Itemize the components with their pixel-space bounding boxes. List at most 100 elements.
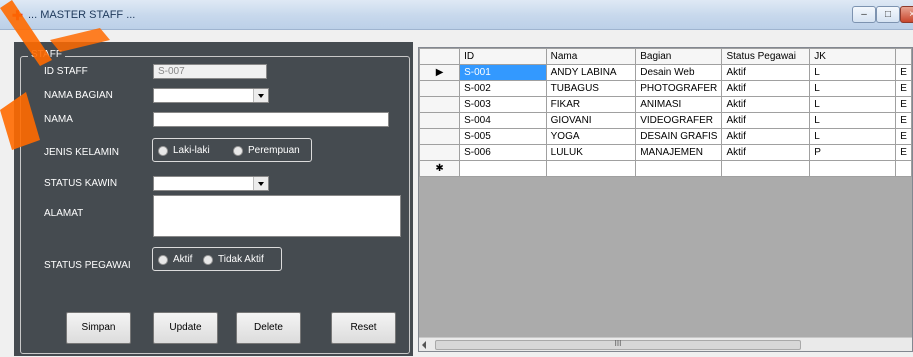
aktif-label[interactable]: Aktif	[173, 254, 192, 265]
table-cell[interactable]: Aktif	[721, 112, 811, 129]
staff-panel: STAFF ID STAFF S-007 NAMA BAGIAN NAMA JE…	[14, 42, 413, 356]
status-kawin-combobox[interactable]	[153, 176, 269, 191]
table-cell[interactable]: FIKAR	[545, 96, 637, 113]
table-row[interactable]: S-005 YOGA DESAIN GRAFIS Aktif L E	[419, 128, 912, 145]
jenis-kelamin-label: JENIS KELAMIN	[44, 147, 120, 158]
table-cell[interactable]: L	[809, 96, 897, 113]
chevron-down-icon[interactable]	[253, 177, 268, 190]
table-cell[interactable]: PHOTOGRAFER	[635, 80, 723, 97]
nama-label: NAMA	[44, 114, 73, 125]
laki-laki-label[interactable]: Laki-laki	[173, 145, 210, 156]
table-cell[interactable]: E	[895, 112, 912, 129]
table-row[interactable]: S-003 FIKAR ANIMASI Aktif L E	[419, 96, 912, 113]
perempuan-label[interactable]: Perempuan	[248, 145, 300, 156]
window-title: ... MASTER STAFF ...	[28, 9, 136, 21]
table-cell[interactable]: S-002	[459, 80, 547, 97]
new-row[interactable]: ✱	[419, 160, 912, 177]
table-cell[interactable]: Desain Web	[635, 64, 723, 81]
table-cell[interactable]: Aktif	[721, 96, 811, 113]
column-header-nama[interactable]: Nama	[545, 48, 637, 65]
table-cell[interactable]: E	[895, 128, 912, 145]
row-header[interactable]	[419, 128, 461, 145]
column-header-jk[interactable]: JK	[809, 48, 897, 65]
table-cell[interactable]: S-004	[459, 112, 547, 129]
table-cell[interactable]	[895, 160, 912, 177]
table-cell[interactable]: YOGA	[545, 128, 637, 145]
table-cell[interactable]: MANAJEMEN	[635, 144, 723, 161]
table-cell[interactable]	[721, 160, 811, 177]
row-header[interactable]	[419, 144, 461, 161]
laki-laki-radio[interactable]	[158, 146, 168, 156]
table-cell[interactable]: Aktif	[721, 144, 811, 161]
table-cell[interactable]: TUBAGUS	[545, 80, 637, 97]
header-row: ID Nama Bagian Status Pegawai JK	[419, 48, 912, 65]
table-cell[interactable]: E	[895, 144, 912, 161]
chevron-down-icon[interactable]	[253, 89, 268, 102]
table-row[interactable]: S-006 LULUK MANAJEMEN Aktif P E	[419, 144, 912, 161]
table-cell[interactable]: P	[809, 144, 897, 161]
table-cell[interactable]: LULUK	[545, 144, 637, 161]
table-cell[interactable]: L	[809, 80, 897, 97]
table-cell[interactable]: Aktif	[721, 80, 811, 97]
delete-button[interactable]: Delete	[236, 312, 301, 344]
table-cell[interactable]: S-003	[459, 96, 547, 113]
row-header[interactable]	[419, 80, 461, 97]
minimize-button[interactable]: –	[852, 6, 876, 23]
reset-button[interactable]: Reset	[331, 312, 396, 344]
table-row[interactable]: S-004 GIOVANI VIDEOGRAFER Aktif L E	[419, 112, 912, 129]
scroll-left-icon[interactable]	[422, 341, 426, 349]
table-cell[interactable]: L	[809, 128, 897, 145]
alamat-label: ALAMAT	[44, 208, 84, 219]
table-cell[interactable]: ANDY LABINA	[545, 64, 637, 81]
alamat-textarea[interactable]	[153, 195, 401, 237]
title-bar[interactable]: ✚ ... MASTER STAFF ... – □ ×	[0, 0, 913, 30]
staff-data-grid[interactable]: ID Nama Bagian Status Pegawai JK ▶ S-001…	[418, 47, 913, 352]
table-cell[interactable]: VIDEOGRAFER	[635, 112, 723, 129]
table-cell[interactable]: S-001	[459, 64, 547, 81]
new-row-indicator[interactable]: ✱	[419, 160, 461, 177]
nama-bagian-combobox[interactable]	[153, 88, 269, 103]
table-cell[interactable]: E	[895, 96, 912, 113]
status-pegawai-group: Aktif Tidak Aktif	[152, 247, 282, 271]
table-cell[interactable]: GIOVANI	[545, 112, 637, 129]
table-cell[interactable]: E	[895, 64, 912, 81]
tidak-aktif-radio[interactable]	[203, 255, 213, 265]
nama-input[interactable]	[153, 112, 389, 127]
aktif-radio[interactable]	[158, 255, 168, 265]
table-row[interactable]: ▶ S-001 ANDY LABINA Desain Web Aktif L E	[419, 64, 912, 81]
column-header-bagian[interactable]: Bagian	[635, 48, 723, 65]
table-cell[interactable]	[809, 160, 897, 177]
table-cell[interactable]	[545, 160, 637, 177]
column-header-partial[interactable]	[895, 48, 912, 65]
column-header-id[interactable]: ID	[459, 48, 547, 65]
jenis-kelamin-group: Laki-laki Perempuan	[152, 138, 312, 162]
table-cell[interactable]: L	[809, 64, 897, 81]
row-header[interactable]	[419, 112, 461, 129]
table-cell[interactable]: S-006	[459, 144, 547, 161]
corner-header[interactable]	[419, 48, 461, 65]
table-cell[interactable]: ANIMASI	[635, 96, 723, 113]
perempuan-radio[interactable]	[233, 146, 243, 156]
table-cell[interactable]: Aktif	[721, 64, 811, 81]
horizontal-scrollbar[interactable]: III	[419, 337, 912, 351]
staff-table: ID Nama Bagian Status Pegawai JK ▶ S-001…	[419, 48, 912, 177]
close-button[interactable]: ×	[900, 6, 913, 23]
table-row[interactable]: S-002 TUBAGUS PHOTOGRAFER Aktif L E	[419, 80, 912, 97]
update-button[interactable]: Update	[153, 312, 218, 344]
table-cell[interactable]: L	[809, 112, 897, 129]
maximize-button[interactable]: □	[876, 6, 900, 23]
current-row-indicator[interactable]: ▶	[419, 64, 461, 81]
table-cell[interactable]: E	[895, 80, 912, 97]
simpan-button[interactable]: Simpan	[66, 312, 131, 344]
table-cell[interactable]: Aktif	[721, 128, 811, 145]
table-cell[interactable]	[459, 160, 547, 177]
form-body: STAFF ID STAFF S-007 NAMA BAGIAN NAMA JE…	[0, 30, 913, 357]
table-cell[interactable]: S-005	[459, 128, 547, 145]
table-cell[interactable]: DESAIN GRAFIS	[635, 128, 723, 145]
table-cell[interactable]	[635, 160, 723, 177]
app-icon: ✚	[12, 8, 23, 23]
column-header-status-pegawai[interactable]: Status Pegawai	[721, 48, 811, 65]
tidak-aktif-label[interactable]: Tidak Aktif	[218, 254, 264, 265]
row-header[interactable]	[419, 96, 461, 113]
scroll-thumb[interactable]: III	[435, 340, 801, 350]
